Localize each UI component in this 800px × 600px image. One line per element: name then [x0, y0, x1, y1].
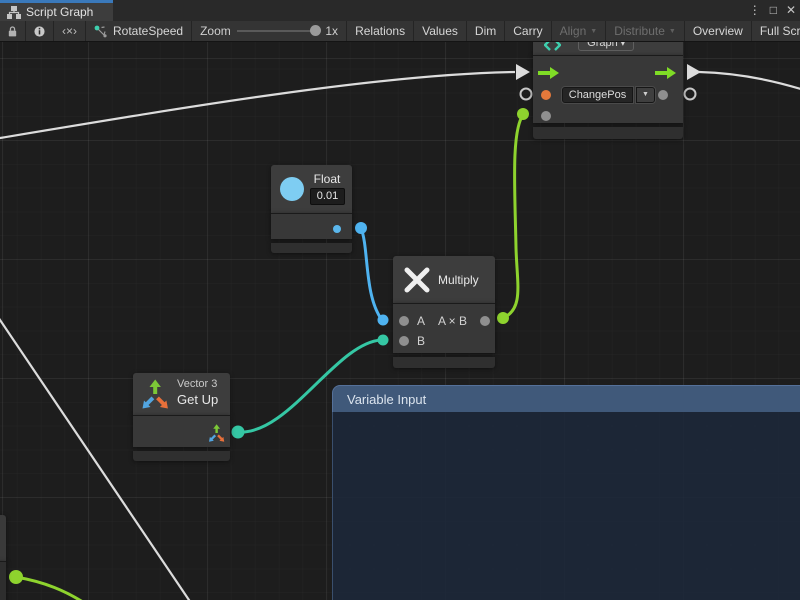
flow-output-port-icon[interactable] — [655, 66, 676, 80]
wire-green-bottom — [16, 577, 86, 600]
lock-icon — [8, 25, 17, 38]
multiply-port-b-label: B — [417, 334, 425, 348]
variable-name-dropdown[interactable]: ChangePos — [562, 87, 633, 103]
multiply-port-a[interactable] — [399, 316, 409, 326]
carry-button[interactable]: Carry — [505, 21, 551, 41]
chevron-down-icon: ▼ — [590, 28, 597, 35]
multiply-result-port[interactable] — [480, 316, 490, 326]
multiply-footer — [393, 357, 495, 368]
wire-flow-out — [699, 72, 800, 90]
wire-float-to-multiply — [361, 228, 382, 320]
variable-output-port[interactable] — [658, 90, 668, 100]
info-button[interactable] — [26, 21, 54, 41]
graph-reference-label: RotateSpeed — [113, 24, 183, 38]
zoom-value: 1x — [325, 24, 338, 38]
maximize-icon[interactable]: □ — [770, 0, 777, 21]
float-output-dot[interactable] — [355, 222, 367, 234]
vector3-title: Get Up — [177, 392, 218, 407]
multiply-result-dot[interactable] — [497, 312, 509, 324]
chevron-down-icon: ▼ — [642, 91, 649, 98]
flow-in-arrow-icon — [516, 64, 530, 80]
multiply-port-b[interactable] — [399, 336, 409, 346]
float-value-input[interactable]: 0.01 — [310, 188, 345, 205]
zoom-slider-handle[interactable] — [310, 25, 321, 36]
lock-button[interactable] — [0, 21, 26, 41]
flow-out-arrow-icon — [687, 64, 701, 80]
zoom-control: Zoom 1x — [192, 21, 347, 41]
variable-name-port[interactable] — [541, 90, 551, 100]
full-screen-button[interactable]: Full Screen — [752, 21, 800, 41]
align-button[interactable]: Align ▼ — [552, 21, 607, 41]
graph-breadcrumb[interactable]: RotateSpeed — [86, 21, 192, 41]
float-footer — [271, 243, 352, 253]
setvariable-name-port-ring[interactable] — [521, 89, 532, 100]
clipped-node[interactable] — [0, 515, 6, 600]
set-variable-node[interactable]: Graph ▾ ChangePos ▼ — [533, 30, 683, 139]
relations-button[interactable]: Relations — [347, 21, 414, 41]
float-body — [271, 213, 352, 239]
vector3-footer — [133, 451, 230, 461]
vector3-header: Vector 3 Get Up — [133, 373, 230, 415]
wire-vector-to-multiply — [238, 340, 381, 432]
float-header: Float 0.01 — [271, 165, 352, 213]
vector3-type-label: Vector 3 — [177, 378, 217, 390]
info-icon — [34, 25, 45, 38]
variable-value-port[interactable] — [541, 111, 551, 121]
vector3-getup-node[interactable]: Vector 3 Get Up — [133, 373, 230, 461]
graph-asset-icon — [94, 25, 107, 38]
multiply-a-input-dot[interactable] — [378, 315, 389, 326]
multiply-title: Multiply — [438, 273, 479, 287]
setvariable-output-port-ring[interactable] — [685, 89, 696, 100]
set-variable-footer — [533, 127, 683, 139]
float-type-icon — [279, 176, 305, 202]
multiply-header: Multiply — [393, 256, 495, 303]
wire-multiply-to-setvariable — [503, 115, 523, 318]
dim-button[interactable]: Dim — [467, 21, 505, 41]
setvariable-value-dot[interactable] — [517, 108, 529, 120]
float-title: Float — [309, 172, 345, 186]
code-view-button[interactable]: ‹×› — [54, 21, 86, 41]
multiply-b-input-dot[interactable] — [378, 335, 389, 346]
multiply-node[interactable]: Multiply A A × B B — [393, 256, 495, 368]
tab-title: Script Graph — [26, 5, 93, 19]
script-graph-icon — [7, 6, 21, 19]
graph-toolbar: ‹×› RotateSpeed Zoom 1x Relations Values… — [0, 21, 800, 42]
tab-bar: Script Graph ⋮ □ ✕ — [0, 0, 800, 21]
window-menu-icon[interactable]: ⋮ — [749, 0, 761, 21]
distribute-button[interactable]: Distribute ▼ — [606, 21, 685, 41]
script-graph-window: Variable Input — [0, 0, 800, 600]
float-node[interactable]: Float 0.01 — [271, 165, 352, 253]
chevron-down-icon: ▼ — [669, 28, 676, 35]
flow-input-port-icon[interactable] — [538, 66, 559, 80]
vector3-icon — [141, 379, 169, 409]
multiply-port-a-label: A — [417, 314, 425, 328]
close-icon[interactable]: ✕ — [786, 0, 796, 21]
set-variable-body: ChangePos ▼ — [533, 55, 683, 123]
multiply-body: A A × B B — [393, 303, 495, 353]
overview-button[interactable]: Overview — [685, 21, 752, 41]
values-button[interactable]: Values — [414, 21, 467, 41]
multiply-icon — [402, 265, 432, 295]
bottom-node-output-dot[interactable] — [9, 570, 23, 584]
tab-script-graph[interactable]: Script Graph — [0, 0, 113, 21]
variable-name-dropdown-button[interactable]: ▼ — [636, 87, 655, 103]
float-output-port[interactable] — [333, 225, 341, 233]
window-controls: ⋮ □ ✕ — [749, 0, 796, 21]
wire-flow-in — [0, 72, 515, 139]
multiply-result-label: A × B — [438, 314, 467, 328]
vector-output-dot[interactable] — [232, 426, 245, 439]
vector3-body — [133, 415, 230, 447]
zoom-slider[interactable] — [237, 30, 320, 32]
vector3-output-port-icon[interactable] — [208, 424, 225, 442]
zoom-label: Zoom — [200, 24, 231, 38]
code-icon: ‹×› — [62, 24, 77, 38]
